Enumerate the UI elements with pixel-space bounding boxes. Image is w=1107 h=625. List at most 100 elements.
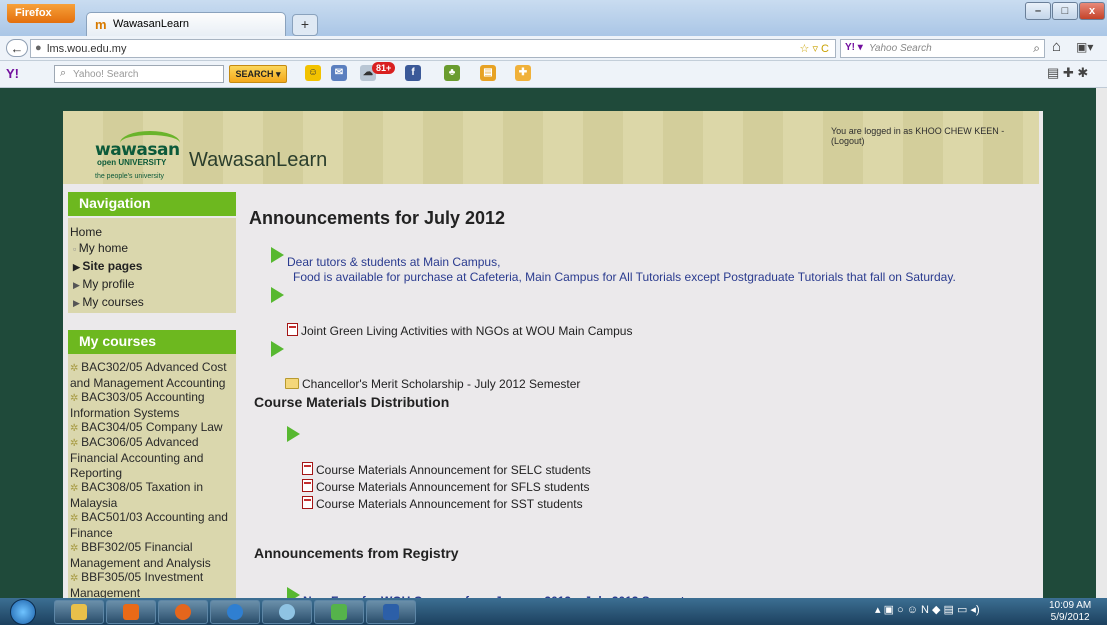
minimize-button[interactable]: – [1025, 2, 1051, 20]
clock-date: 5/9/2012 [1050, 612, 1090, 623]
course-link[interactable]: ✲ BBF305/05 Investment Management [70, 570, 235, 601]
course-icon: ✲ [70, 423, 82, 434]
taskbar-media-button[interactable] [106, 600, 156, 624]
course-icon: ✲ [70, 438, 82, 449]
green-arrow-icon [287, 426, 300, 442]
my-courses-block-title: My courses [68, 330, 236, 354]
course-materials-link[interactable]: Course Materials Announcement for SFLS s… [302, 479, 589, 494]
taskbar-firefox-button[interactable] [158, 600, 208, 624]
logo-word: wawasan [95, 140, 180, 160]
back-button[interactable]: ← [6, 39, 28, 57]
registry-heading: Announcements from Registry [254, 545, 459, 561]
course-link[interactable]: ✲ BAC308/05 Taxation in Malaysia [70, 480, 235, 511]
course-icon: ✲ [70, 363, 82, 374]
announcement-text[interactable]: Food is available for purchase at Cafete… [293, 270, 956, 284]
nav-my-courses[interactable]: ▶ My courses [73, 295, 144, 309]
taskbar-clock[interactable]: 10:09 AM 5/9/2012 [1049, 600, 1091, 624]
course-link[interactable]: ✲ BAC306/05 Advanced Financial Accountin… [70, 435, 235, 481]
close-button[interactable]: x [1079, 2, 1105, 20]
navigation-block-title: Navigation [68, 192, 236, 216]
login-info[interactable]: You are logged in as KHOO CHEW KEEN - (L… [831, 126, 1039, 146]
announcement-file-link[interactable]: Joint Green Living Activities with NGOs … [287, 323, 632, 338]
expand-arrow-icon: ▶ [73, 262, 83, 272]
taskbar-word-button[interactable] [366, 600, 416, 624]
nav-my-profile[interactable]: ▶ My profile [73, 277, 134, 291]
back-arrow-icon: ← [10, 41, 24, 56]
app-icon [279, 604, 295, 620]
site-header: wawasan open UNIVERSITY the people's uni… [63, 111, 1039, 184]
pdf-icon [302, 496, 313, 509]
logo-tagline: the people's university [95, 173, 165, 180]
course-materials-link[interactable]: Course Materials Announcement for SELC s… [302, 462, 591, 477]
search-icon: ⌕ [60, 67, 67, 79]
yahoo-search-input[interactable]: ⌕ Yahoo! Search [54, 65, 224, 83]
green-arrow-icon [271, 247, 284, 263]
navigation-block: Home ▫ My home ▶ Site pages ▶ My profile… [68, 218, 236, 313]
course-link[interactable]: ✲ BAC501/03 Accounting and Finance [70, 510, 235, 541]
announcements-heading: Announcements for July 2012 [249, 208, 506, 228]
search-placeholder: Yahoo Search [869, 43, 932, 54]
taskbar-ie-button[interactable] [210, 600, 260, 624]
course-icon: ✲ [70, 483, 82, 494]
course-icon: ✲ [70, 573, 82, 584]
yahoo-search-label: SEARCH [235, 69, 274, 79]
games-icon[interactable]: ♣ [444, 65, 460, 81]
messenger-icon [331, 604, 347, 620]
new-tab-button[interactable]: + [292, 14, 318, 36]
home-icon[interactable]: ⌂ [1052, 38, 1061, 55]
green-arrow-icon [271, 287, 284, 303]
system-tray-icons[interactable]: ▴ ▣ ○ ☺ N ◆ ▤ ▭ ◂) [875, 603, 980, 616]
taskbar-messenger-button[interactable] [314, 600, 364, 624]
mail-icon[interactable]: ✉ [331, 65, 347, 81]
apps-icon[interactable]: ✚ [515, 65, 531, 81]
expand-arrow-icon: ▶ [73, 298, 83, 308]
start-button-icon[interactable] [10, 599, 36, 625]
site-favicon-icon: m [95, 17, 107, 32]
mail-count-badge: 81+ [372, 62, 396, 74]
url-text: lms.wou.edu.my [47, 43, 127, 55]
tab-title: WawasanLearn [113, 18, 190, 30]
bookmarks-icon[interactable]: ▣▾ [1076, 40, 1093, 54]
taskbar-explorer-button[interactable] [54, 600, 104, 624]
nav-my-home[interactable]: ▫ My home [73, 241, 128, 255]
search-icon[interactable]: ⌕ [1033, 41, 1040, 56]
bookmark-star-icon[interactable]: ☆ ▿ C [800, 42, 829, 55]
firefox-icon [175, 604, 191, 620]
expand-arrow-icon: ▶ [73, 280, 83, 290]
course-link[interactable]: ✲ BAC304/05 Company Law [70, 420, 235, 436]
site-name[interactable]: WawasanLearn [189, 149, 327, 172]
announcement-link[interactable]: Dear tutors & students at Main Campus, [287, 255, 500, 269]
news-icon[interactable]: ▤ [480, 65, 496, 81]
nav-home[interactable]: Home [70, 225, 102, 239]
browser-search-box[interactable]: Y! ▾ Yahoo Search ⌕ [840, 39, 1045, 58]
my-courses-block: ✲ BAC302/05 Advanced Cost and Management… [68, 354, 236, 611]
word-icon [383, 604, 399, 620]
yahoo-search-placeholder: Yahoo! Search [73, 69, 139, 80]
course-icon: ✲ [70, 393, 82, 404]
smiley-icon[interactable]: ☺ [305, 65, 321, 81]
yahoo-logo[interactable]: Y! [6, 66, 19, 81]
course-link[interactable]: ✲ BAC303/05 Accounting Information Syste… [70, 390, 235, 421]
pdf-icon [287, 323, 298, 336]
course-link[interactable]: ✲ BAC302/05 Advanced Cost and Management… [70, 360, 235, 391]
course-materials-link[interactable]: Course Materials Announcement for SST st… [302, 496, 583, 511]
green-arrow-icon [271, 341, 284, 357]
course-materials-heading: Course Materials Distribution [254, 394, 450, 410]
announcement-folder-link[interactable]: Chancellor's Merit Scholarship - July 20… [285, 377, 580, 391]
address-bar[interactable]: ● lms.wou.edu.my ☆ ▿ C [30, 39, 836, 58]
course-link[interactable]: ✲ BBF302/05 Financial Management and Ana… [70, 540, 235, 571]
maximize-button[interactable]: □ [1052, 2, 1078, 20]
taskbar-app-button[interactable] [262, 600, 312, 624]
browser-tab[interactable]: m WawasanLearn [86, 12, 286, 36]
page-scrollbar[interactable] [1096, 88, 1107, 598]
course-icon: ✲ [70, 513, 82, 524]
firefox-menu-button[interactable]: Firefox [7, 4, 75, 23]
media-player-icon [123, 604, 139, 620]
toolbar-settings-icon[interactable]: ▤ ✚ ✱ [1047, 65, 1088, 81]
internet-explorer-icon [227, 604, 243, 620]
logo-subtitle: open UNIVERSITY [97, 158, 167, 167]
facebook-icon[interactable]: f [405, 65, 421, 81]
pdf-icon [302, 479, 313, 492]
nav-site-pages[interactable]: ▶ Site pages [73, 259, 142, 273]
yahoo-search-button[interactable]: SEARCH ▾ [229, 65, 287, 83]
